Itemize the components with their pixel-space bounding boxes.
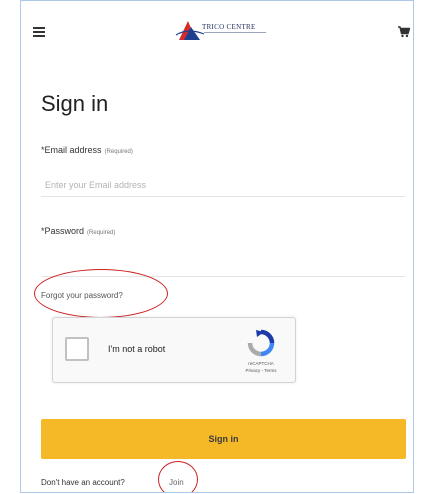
logo-wordmark: TRICO CENTRE [202, 23, 256, 31]
email-required-note: (Required) [104, 149, 133, 155]
recaptcha-terms-link[interactable]: Privacy - Terms [231, 368, 291, 373]
password-field[interactable] [41, 253, 405, 277]
page-frame: TRICO CENTRE Sign in *Email address (Requ… [20, 0, 414, 493]
password-label-text: *Password [41, 226, 85, 236]
email-label: *Email address (Required) [41, 145, 133, 155]
site-header: TRICO CENTRE [21, 1, 413, 63]
recaptcha-brand: reCAPTCHA [248, 361, 274, 366]
shopping-cart-icon[interactable] [398, 26, 410, 38]
password-label: *Password (Required) [41, 226, 115, 236]
recaptcha-label: I'm not a robot [108, 344, 166, 354]
forgot-password-link[interactable]: Forgot your password? [41, 291, 123, 300]
page-title: Sign in [41, 91, 109, 116]
signup-prompt: Don't have an account? [41, 478, 125, 487]
logo-mark-icon [175, 21, 205, 40]
join-link[interactable]: Join [169, 478, 184, 487]
join-annotation-ring [158, 461, 198, 492]
email-field[interactable] [41, 173, 405, 197]
recaptcha-logo-icon [247, 329, 275, 357]
recaptcha-checkbox[interactable] [65, 337, 89, 361]
sign-in-button[interactable]: Sign in [41, 419, 406, 459]
site-logo[interactable]: TRICO CENTRE [175, 18, 275, 42]
password-required-note: (Required) [87, 230, 116, 236]
logo-underline [204, 32, 266, 33]
hamburger-menu-icon[interactable] [33, 27, 45, 37]
email-label-text: *Email address [41, 145, 102, 155]
recaptcha-widget: I'm not a robot reCAPTCHA Privacy - Term… [52, 317, 296, 383]
